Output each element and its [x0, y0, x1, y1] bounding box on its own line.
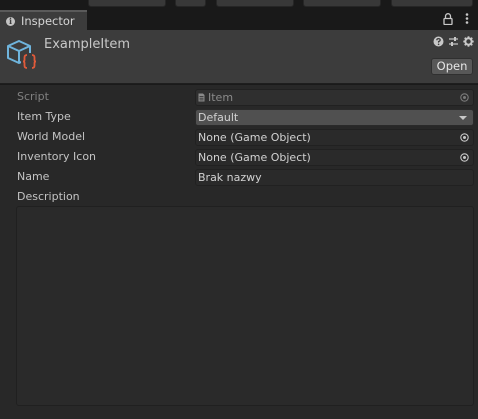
inventory-icon-label: Inventory Icon	[17, 150, 97, 163]
lock-icon[interactable]	[443, 13, 453, 25]
header-divider	[0, 84, 478, 85]
tab-inspector[interactable]: i Inspector	[0, 10, 87, 30]
inventory-icon-value: None (Game Object)	[198, 151, 311, 164]
script-icon	[7, 40, 38, 70]
tab-inspector-label: Inspector	[21, 14, 75, 28]
toolbar-button-stub[interactable]	[216, 0, 294, 7]
tab-strip: i Inspector	[0, 0, 478, 30]
script-field: Item	[195, 89, 474, 106]
header-icon-group	[433, 36, 474, 47]
object-name: ExampleItem	[44, 37, 130, 52]
info-icon: i	[6, 16, 15, 26]
object-picker-icon[interactable]	[460, 153, 469, 162]
script-label: Script	[17, 90, 49, 103]
name-value: Brak nazwy	[198, 171, 262, 184]
object-picker-icon[interactable]	[460, 133, 469, 142]
script-value: Item	[208, 91, 234, 104]
inventory-icon-field[interactable]: None (Game Object)	[195, 149, 474, 166]
world-model-label: World Model	[17, 130, 86, 143]
script-file-icon	[198, 93, 205, 102]
toolbar-button-stub[interactable]	[303, 0, 381, 7]
description-textarea[interactable]	[16, 206, 474, 406]
toolbar-button-stub[interactable]	[88, 0, 166, 7]
open-button[interactable]: Open	[431, 58, 473, 75]
name-input[interactable]: Brak nazwy	[195, 169, 474, 186]
item-type-label: Item Type	[17, 110, 71, 123]
name-label: Name	[17, 170, 50, 183]
inspector-header: ExampleItem Open	[0, 30, 478, 84]
gear-icon[interactable]	[463, 36, 474, 47]
dropdown-arrow-icon	[459, 116, 467, 120]
item-type-value: Default	[198, 111, 239, 124]
item-type-dropdown[interactable]: Default	[195, 109, 474, 126]
help-icon[interactable]	[433, 36, 444, 47]
object-picker-icon	[460, 93, 469, 102]
toolbar-button-stub[interactable]	[175, 0, 206, 7]
world-model-value: None (Game Object)	[198, 131, 311, 144]
description-label: Description	[17, 190, 80, 203]
world-model-field[interactable]: None (Game Object)	[195, 129, 474, 146]
menu-icon[interactable]	[462, 13, 472, 24]
toolbar-button-stub[interactable]	[391, 0, 473, 7]
presets-icon[interactable]	[448, 36, 459, 47]
